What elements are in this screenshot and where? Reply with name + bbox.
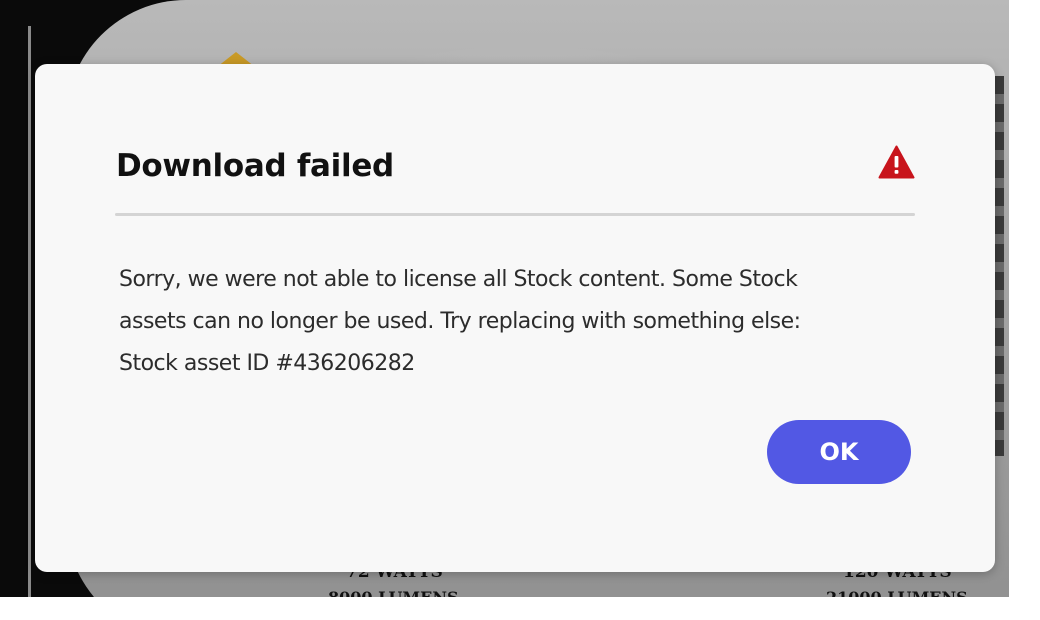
canvas-divider — [28, 26, 31, 597]
left-product-lumens: 8000 LUMENS — [328, 588, 459, 597]
right-product-lumens: 21000 LUMENS — [826, 588, 968, 597]
download-failed-dialog: Download failed Sorry, we were not able … — [35, 64, 995, 572]
dialog-title: Download failed — [116, 148, 394, 184]
dialog-message: Sorry, we were not able to license all S… — [119, 259, 879, 385]
dialog-message-line: Stock asset ID #436206282 — [119, 351, 415, 376]
artboard-frame-edge — [994, 76, 1004, 456]
alert-triangle-icon — [878, 145, 915, 179]
dialog-divider — [115, 213, 915, 216]
ok-button[interactable]: OK — [767, 420, 911, 484]
dialog-message-line: assets can no longer be used. Try replac… — [119, 309, 801, 334]
dialog-message-line: Sorry, we were not able to license all S… — [119, 267, 798, 292]
